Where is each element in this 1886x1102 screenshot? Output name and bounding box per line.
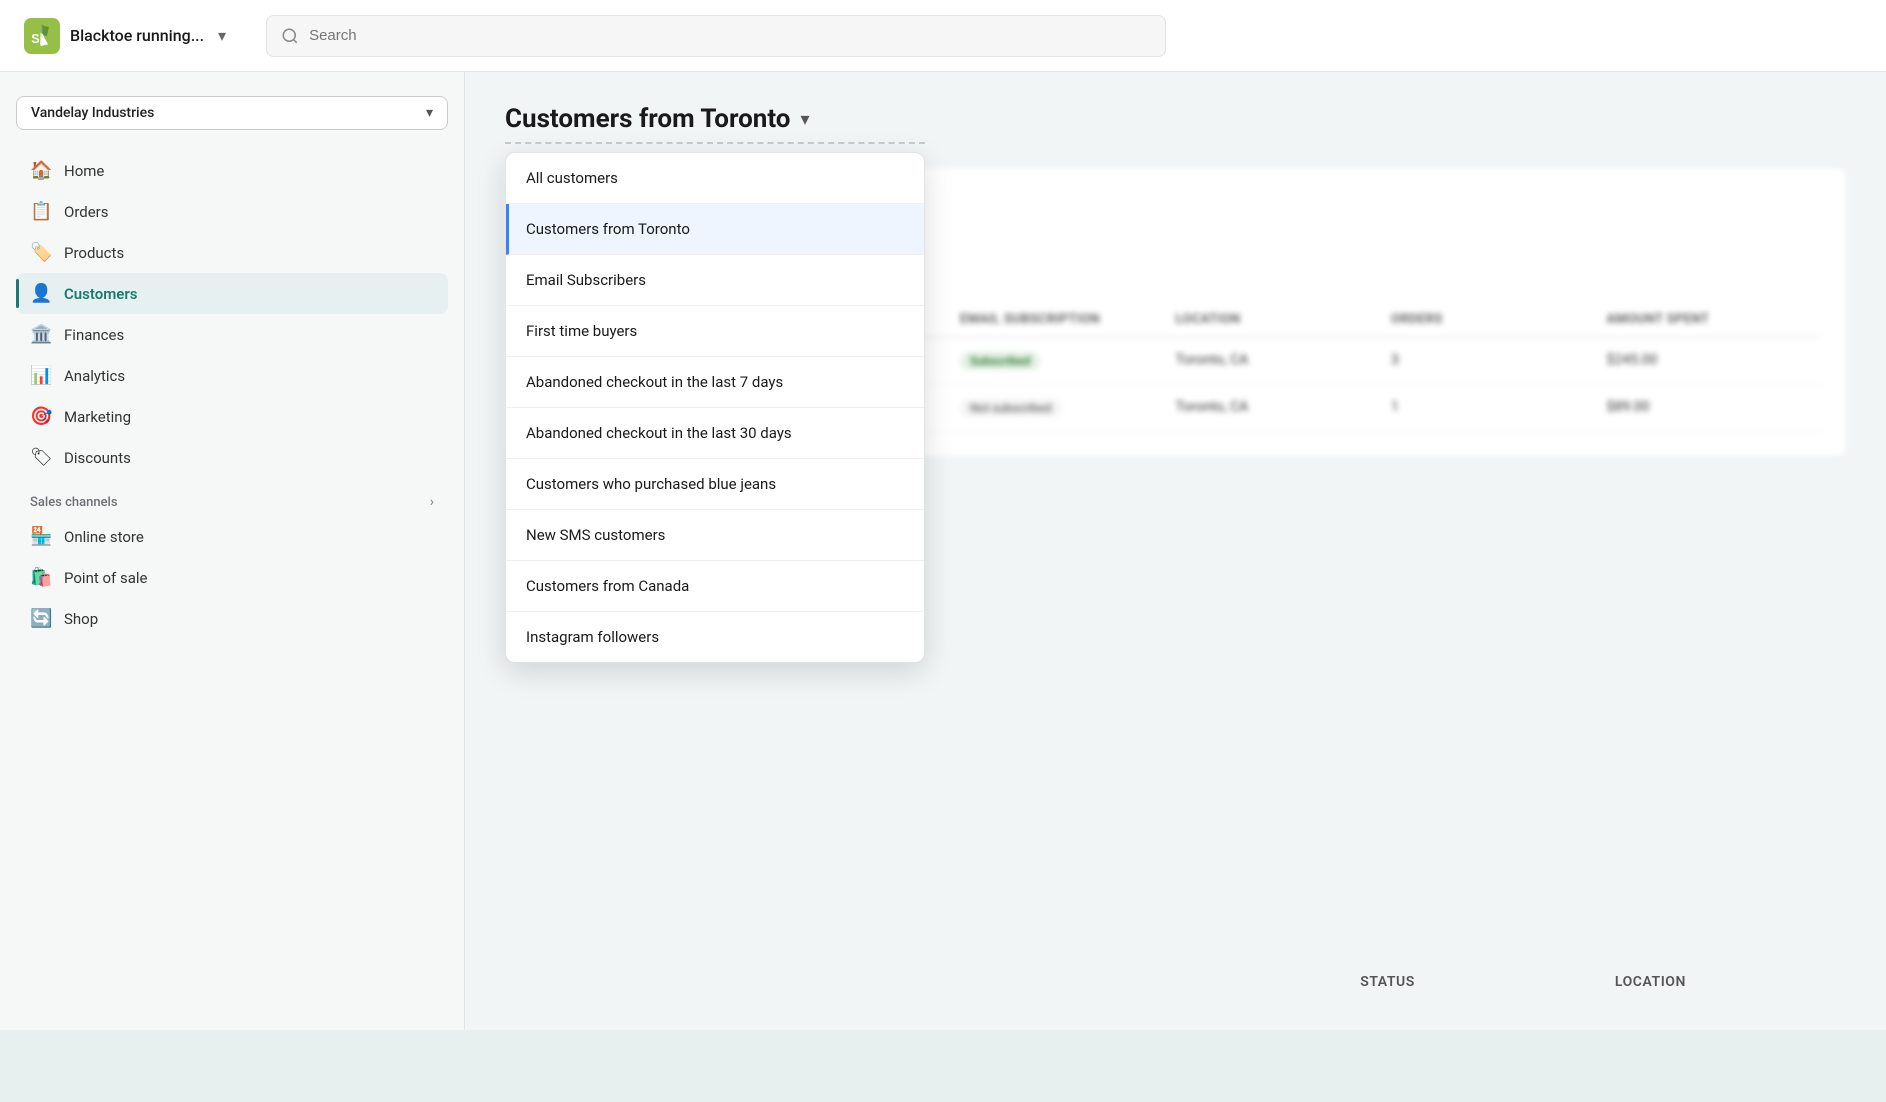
org-selector[interactable]: Vandelay Industries ▾ — [16, 96, 448, 130]
customers-label: Customers — [64, 285, 137, 303]
sidebar-item-home[interactable]: 🏠 Home — [16, 150, 448, 191]
customer-segment-dropdown: All customers Customers from Toronto Email… — [505, 152, 925, 663]
org-selector-chevron-icon: ▾ — [426, 105, 433, 121]
products-label: Products — [64, 244, 124, 262]
customers-icon: 👤 — [30, 283, 52, 304]
sidebar-item-analytics[interactable]: 📊 Analytics — [16, 355, 448, 396]
online-store-icon: 🏪 — [30, 526, 52, 547]
dropdown-item-new-sms-customers[interactable]: New SMS customers — [506, 510, 924, 561]
dropdown-item-label: All customers — [526, 169, 618, 187]
dropdown-item-label: Email Subscribers — [526, 271, 646, 289]
orders-icon: 📋 — [30, 201, 52, 222]
status-col-label: Status — [1360, 974, 1415, 990]
sales-channels-label: Sales channels — [30, 495, 118, 510]
org-name: Vandelay Industries — [31, 105, 154, 121]
page-title-row: Customers from Toronto ▾ — [505, 104, 1846, 134]
dropdown-item-label: Customers who purchased blue jeans — [526, 475, 776, 493]
discounts-label: Discounts — [64, 449, 131, 467]
dropdown-item-label: Abandoned checkout in the last 7 days — [526, 373, 783, 391]
sales-channels-section: Sales channels › — [16, 478, 448, 516]
orders-label: Orders — [64, 203, 109, 221]
topbar: S Blacktoe running... ▾ — [0, 0, 1886, 72]
dropdown-item-label: First time buyers — [526, 322, 637, 340]
search-icon — [281, 27, 299, 45]
col-location: Location — [1176, 312, 1392, 327]
shopify-logo-icon: S — [24, 18, 60, 54]
amount-cell: $245.00 — [1607, 352, 1823, 370]
search-bar[interactable] — [266, 15, 1166, 57]
dropdown-items-list: All customers Customers from Toronto Email… — [506, 153, 924, 662]
discounts-icon: 🏷 — [30, 447, 52, 468]
analytics-label: Analytics — [64, 367, 125, 385]
point-of-sale-label: Point of sale — [64, 569, 147, 587]
dropdown-item-label: Abandoned checkout in the last 30 days — [526, 424, 792, 442]
col-orders: Orders — [1391, 312, 1607, 327]
sidebar-item-customers[interactable]: 👤 Customers — [16, 273, 448, 314]
marketing-icon: 🎯 — [30, 406, 52, 427]
sidebar-item-marketing[interactable]: 🎯 Marketing — [16, 396, 448, 437]
sales-channels-nav: 🏪 Online store 🛍️ Point of sale 🔄 Shop — [16, 516, 448, 639]
location-col-label: Location — [1615, 974, 1686, 990]
email-sub-cell: Subscribed — [960, 352, 1176, 370]
dropdown-item-label: Instagram followers — [526, 628, 659, 646]
dropdown-item-purchased-blue-jeans[interactable]: Customers who purchased blue jeans — [506, 459, 924, 510]
dropdown-item-instagram-followers[interactable]: Instagram followers — [506, 612, 924, 662]
dropdown-item-first-time-buyers[interactable]: First time buyers — [506, 306, 924, 357]
title-dropdown-icon[interactable]: ▾ — [800, 109, 809, 130]
sidebar-item-discounts[interactable]: 🏷 Discounts — [16, 437, 448, 478]
dropdown-item-label: Customers from Canada — [526, 577, 689, 595]
analytics-icon: 📊 — [30, 365, 52, 386]
location-cell: Toronto, CA — [1176, 352, 1392, 370]
dropdown-item-email-subscribers[interactable]: Email Subscribers — [506, 255, 924, 306]
products-icon: 🏷️ — [30, 242, 52, 263]
dropdown-item-label: Customers from Toronto — [526, 220, 690, 238]
sidebar-item-shop[interactable]: 🔄 Shop — [16, 598, 448, 639]
orders-cell: 1 — [1391, 399, 1607, 417]
search-input[interactable] — [309, 27, 1151, 44]
svg-text:S: S — [31, 32, 39, 46]
dropdown-item-abandoned-checkout-7[interactable]: Abandoned checkout in the last 7 days — [506, 357, 924, 408]
orders-cell: 3 — [1391, 352, 1607, 370]
sidebar-item-orders[interactable]: 📋 Orders — [16, 191, 448, 232]
amount-cell: $89.00 — [1607, 399, 1823, 417]
home-icon: 🏠 — [30, 160, 52, 181]
finances-label: Finances — [64, 326, 124, 344]
marketing-label: Marketing — [64, 408, 131, 426]
sidebar: Vandelay Industries ▾ 🏠 Home 📋 Orders 🏷️… — [0, 72, 465, 1030]
shop-label: Shop — [64, 610, 98, 628]
brand-area[interactable]: S Blacktoe running... ▾ — [24, 18, 226, 54]
col-email: Email subscription — [960, 312, 1176, 327]
main-content: Customers from Toronto ▾ All customers Cu… — [465, 72, 1886, 1030]
store-name-label: Blacktoe running... — [70, 26, 204, 45]
dropdown-item-abandoned-checkout-30[interactable]: Abandoned checkout in the last 30 days — [506, 408, 924, 459]
dropdown-item-customers-from-canada[interactable]: Customers from Canada — [506, 561, 924, 612]
finances-icon: 🏛️ — [30, 324, 52, 345]
dropdown-item-label: New SMS customers — [526, 526, 665, 544]
dropdown-item-customers-from-toronto[interactable]: Customers from Toronto — [506, 204, 924, 255]
location-cell: Toronto, CA — [1176, 399, 1392, 417]
sidebar-item-products[interactable]: 🏷️ Products — [16, 232, 448, 273]
store-dropdown-icon[interactable]: ▾ — [218, 26, 226, 45]
point-of-sale-icon: 🛍️ — [30, 567, 52, 588]
sidebar-item-online-store[interactable]: 🏪 Online store — [16, 516, 448, 557]
app-body: Vandelay Industries ▾ 🏠 Home 📋 Orders 🏷️… — [0, 72, 1886, 1030]
sidebar-item-finances[interactable]: 🏛️ Finances — [16, 314, 448, 355]
online-store-label: Online store — [64, 528, 144, 546]
email-sub-cell: Not subscribed — [960, 399, 1176, 417]
sidebar-item-point-of-sale[interactable]: 🛍️ Point of sale — [16, 557, 448, 598]
col-amount: Amount spent — [1607, 312, 1823, 327]
bottom-labels: Status Location — [1360, 974, 1686, 990]
nav-items: 🏠 Home 📋 Orders 🏷️ Products 👤 Customers … — [16, 150, 448, 478]
page-title: Customers from Toronto — [505, 104, 790, 134]
sales-channels-expand-icon[interactable]: › — [430, 494, 434, 510]
shop-icon: 🔄 — [30, 608, 52, 629]
dropdown-item-all-customers[interactable]: All customers — [506, 153, 924, 204]
home-label: Home — [64, 162, 104, 180]
